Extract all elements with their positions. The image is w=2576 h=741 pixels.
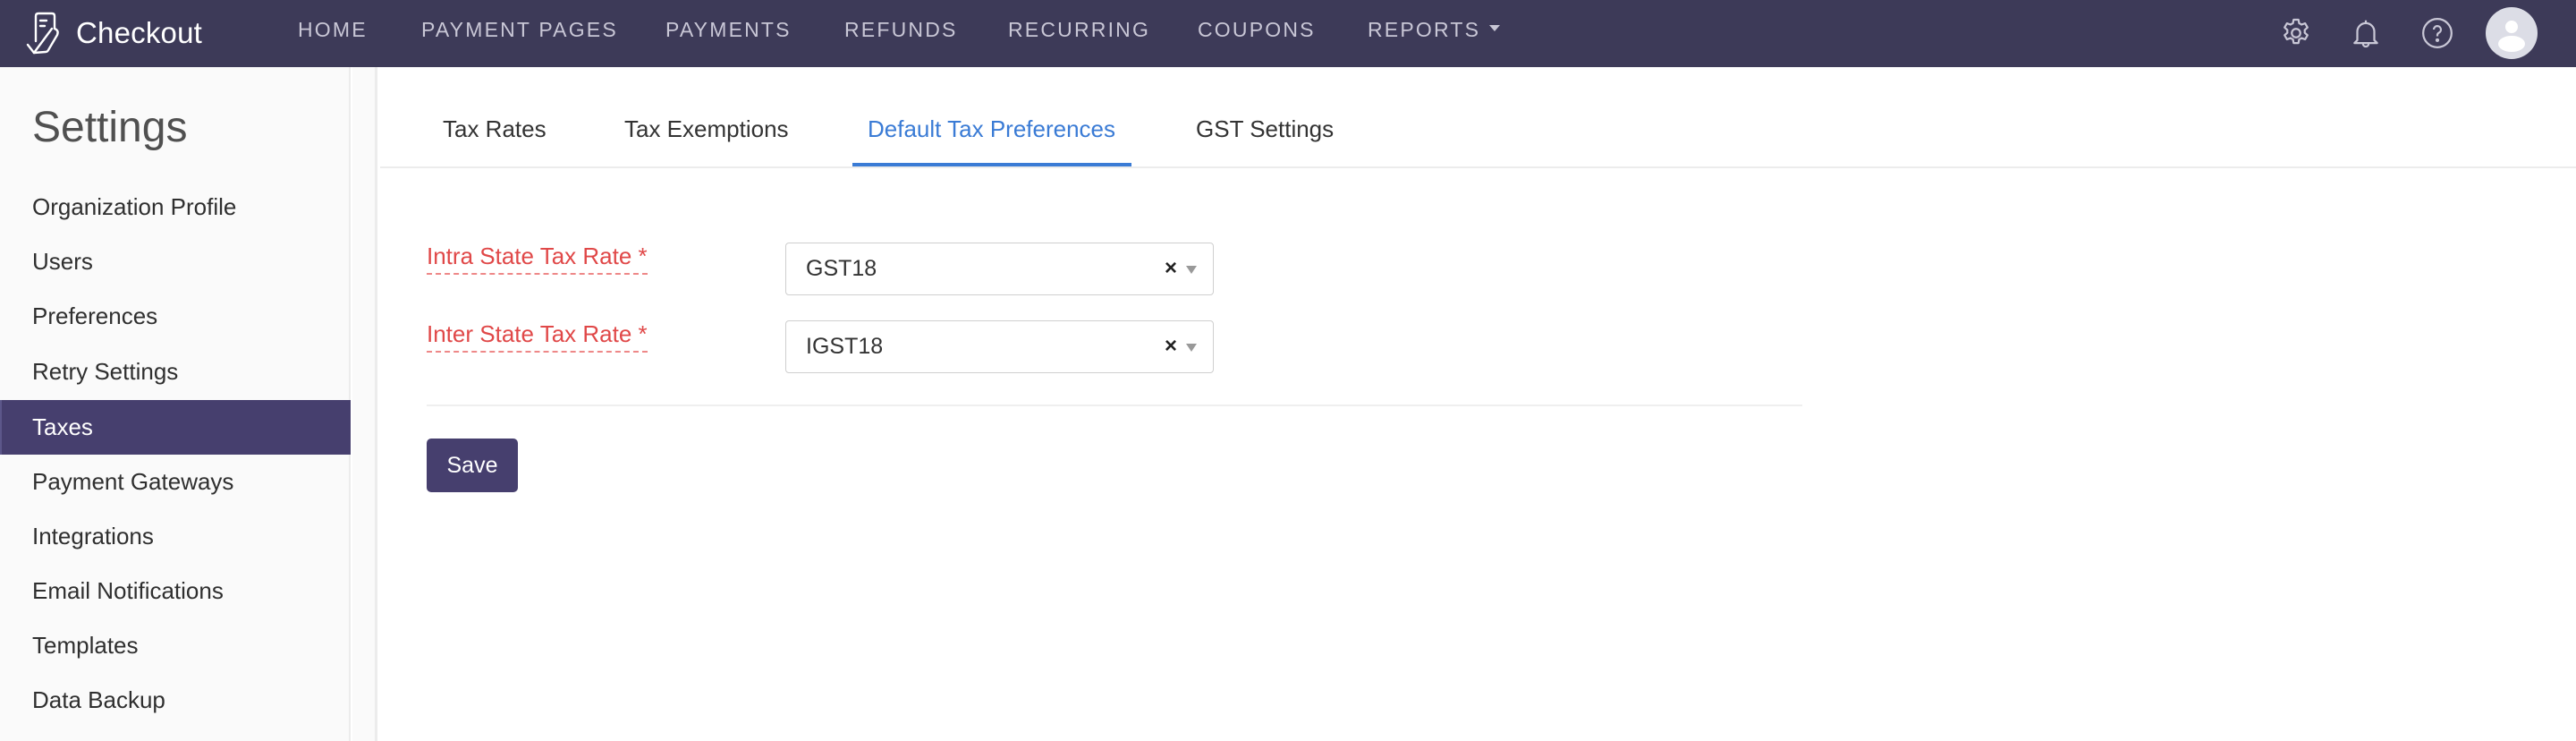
nav-reports[interactable]: REPORTS <box>1368 18 1501 42</box>
sidebar-item-label: Organization Profile <box>32 193 237 220</box>
app-name: Checkout <box>76 16 203 49</box>
sidebar-item-integrations[interactable]: Integrations <box>0 509 351 564</box>
nav-payments[interactable]: PAYMENTS <box>665 18 792 42</box>
bell-icon[interactable] <box>2346 13 2385 53</box>
tax-tabs: Tax Rates Tax Exemptions Default Tax Pre… <box>380 67 2576 168</box>
sidebar-item-label: Payment Gateways <box>32 468 234 495</box>
inter-state-tax-rate-select[interactable]: IGST18 × <box>785 320 1214 373</box>
clear-icon[interactable]: × <box>1165 334 1177 359</box>
select-value: IGST18 <box>806 334 884 359</box>
chevron-down-icon[interactable] <box>1186 266 1197 274</box>
sidebar-item-label: Taxes <box>32 413 93 440</box>
sidebar-item-taxes[interactable]: Taxes <box>0 400 351 455</box>
sidebar-item-label: Retry Settings <box>32 358 179 385</box>
form-divider <box>427 405 1802 406</box>
sidebar-item-label: Email Notifications <box>32 577 224 604</box>
save-button[interactable]: Save <box>427 439 518 492</box>
help-icon[interactable] <box>2418 13 2457 53</box>
sidebar-item-organization-profile[interactable]: Organization Profile <box>0 180 351 234</box>
tab-default-tax-preferences[interactable]: Default Tax Preferences <box>868 115 1115 143</box>
nav-refunds[interactable]: REFUNDS <box>844 18 958 42</box>
sidebar-item-users[interactable]: Users <box>0 234 351 289</box>
inter-state-tax-rate-label: Inter State Tax Rate * <box>427 320 648 353</box>
chevron-down-icon[interactable] <box>1186 344 1197 352</box>
nav-reports-label: REPORTS <box>1368 18 1481 41</box>
sidebar-item-label: Templates <box>32 632 139 659</box>
sidebar-item-retry-settings[interactable]: Retry Settings <box>0 345 351 399</box>
select-value: GST18 <box>806 256 877 281</box>
top-navigation-bar: Checkout HOME PAYMENT PAGES PAYMENTS REF… <box>0 0 2576 67</box>
nav-coupons[interactable]: COUPONS <box>1198 18 1316 42</box>
nav-payment-pages[interactable]: PAYMENT PAGES <box>421 18 618 42</box>
sidebar-item-label: Integrations <box>32 523 154 549</box>
app-brand[interactable]: Checkout <box>25 11 202 55</box>
settings-sidebar: Settings Organization Profile Users Pref… <box>0 67 351 741</box>
nav-home[interactable]: HOME <box>298 18 368 42</box>
sidebar-title: Settings <box>32 104 188 151</box>
sidebar-item-label: Data Backup <box>32 686 165 713</box>
tab-tax-exemptions[interactable]: Tax Exemptions <box>624 115 789 143</box>
sidebar-item-preferences[interactable]: Preferences <box>0 289 351 344</box>
tab-gst-settings[interactable]: GST Settings <box>1196 115 1334 143</box>
sidebar-item-templates[interactable]: Templates <box>0 618 351 673</box>
sidebar-gutter <box>352 67 377 741</box>
clear-icon[interactable]: × <box>1165 256 1177 281</box>
sidebar-item-email-notifications[interactable]: Email Notifications <box>0 564 351 618</box>
tab-tax-rates[interactable]: Tax Rates <box>443 115 547 143</box>
sidebar-item-payment-gateways[interactable]: Payment Gateways <box>0 455 351 509</box>
chevron-down-icon <box>1489 25 1501 32</box>
nav-recurring[interactable]: RECURRING <box>1008 18 1150 42</box>
avatar[interactable] <box>2486 7 2538 59</box>
gear-icon[interactable] <box>2276 13 2316 53</box>
intra-state-tax-rate-label: Intra State Tax Rate * <box>427 243 648 275</box>
sidebar-item-label: Preferences <box>32 302 158 329</box>
intra-state-tax-rate-select[interactable]: GST18 × <box>785 243 1214 295</box>
sidebar-item-label: Users <box>32 248 93 275</box>
checklist-logo-icon <box>25 11 64 55</box>
active-tab-indicator <box>852 163 1131 166</box>
user-icon <box>2498 21 2525 52</box>
sidebar-item-data-backup[interactable]: Data Backup <box>0 673 351 728</box>
